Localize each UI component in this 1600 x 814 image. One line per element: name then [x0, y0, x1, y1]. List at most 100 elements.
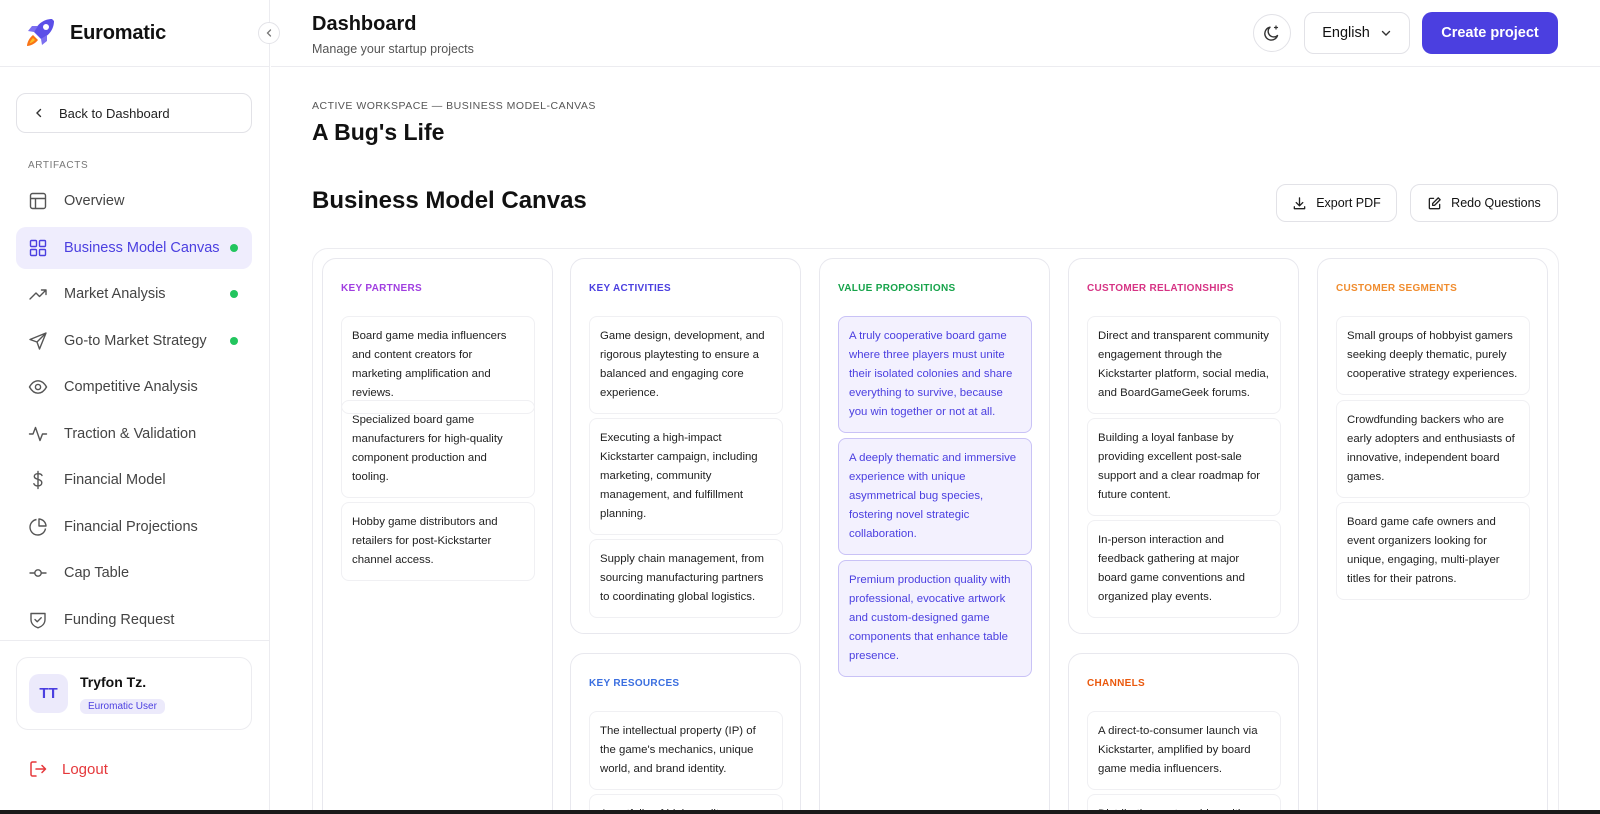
- customer-relationships-panel: CUSTOMER RELATIONSHIPS Direct and transp…: [1068, 258, 1299, 634]
- chevron-left-icon: [36, 108, 42, 118]
- commit-icon: [28, 563, 48, 583]
- app-window: Euromatic Back to Dashboard ARTIFACTS Ov…: [0, 0, 1600, 810]
- user-name: Tryfon Tz.: [80, 673, 147, 690]
- pie-chart-icon: [28, 517, 48, 537]
- dollar-icon: [28, 470, 48, 490]
- value-propositions-panel: VALUE PROPOSITIONS A truly cooperative b…: [819, 258, 1050, 810]
- channels-item: Distribution partnerships with: [1087, 794, 1281, 810]
- key-activities-panel: KEY ACTIVITIES Game design, development,…: [570, 258, 801, 634]
- sidebar-item-label: Go-to Market Strategy: [64, 332, 207, 349]
- back-to-dashboard-label: Back to Dashboard: [59, 105, 170, 121]
- moon-icon: [1264, 25, 1279, 41]
- export-pdf-button[interactable]: Export PDF: [1276, 184, 1397, 222]
- key-partners-panel: KEY PARTNERS Board game media influencer…: [322, 258, 553, 810]
- bottom-edge: [0, 810, 1600, 814]
- sidebar-item-cap-table[interactable]: Cap Table: [16, 552, 252, 594]
- download-icon: [1293, 196, 1306, 209]
- brand: Euromatic: [0, 0, 280, 67]
- create-project-button[interactable]: Create project: [1422, 12, 1558, 54]
- value-propositions-item: Premium production quality with professi…: [838, 560, 1032, 677]
- customer-relationships-item: Direct and transparent community engagem…: [1087, 316, 1281, 414]
- value-propositions-item: A truly cooperative board game where thr…: [838, 316, 1032, 433]
- page-subtitle: Manage your startup projects: [312, 42, 474, 56]
- channels-label: CHANNELS: [1087, 678, 1145, 689]
- sidebar-item-label: Cap Table: [64, 565, 130, 581]
- brand-name: Euromatic: [70, 21, 167, 44]
- theme-toggle-button[interactable]: [1253, 14, 1291, 52]
- sidebar-item-competitive-analysis[interactable]: Competitive Analysis: [16, 366, 252, 408]
- value-propositions-label: VALUE PROPOSITIONS: [838, 283, 956, 294]
- customer-segments-item: Small groups of hobbyist gamers seeking …: [1336, 316, 1530, 395]
- logout-label: Logout: [62, 760, 108, 778]
- user-card[interactable]: TT Tryfon Tz. Euromatic User: [16, 657, 252, 730]
- customer-segments-item: Crowdfunding backers who are early adopt…: [1336, 400, 1530, 498]
- customer-relationships-item: In-person interaction and feedback gathe…: [1087, 520, 1281, 618]
- sidebar-item-label: Business Model Canvas: [64, 239, 220, 256]
- channels-panel: CHANNELS A direct-to-consumer launch via…: [1068, 653, 1299, 810]
- key-activities-item: Executing a high-impact Kickstarter camp…: [589, 418, 783, 535]
- language-select[interactable]: English: [1304, 12, 1410, 54]
- user-role-badge: Euromatic User: [80, 698, 165, 714]
- redo-questions-button[interactable]: Redo Questions: [1410, 184, 1558, 222]
- sidebar-item-label: Market Analysis: [64, 286, 166, 302]
- sidebar-item-label: Financial Projections: [64, 518, 198, 535]
- export-pdf-label: Export PDF: [1316, 196, 1381, 210]
- key-partners-item: Hobby game distributors and retailers fo…: [341, 502, 535, 581]
- grid-icon: [28, 238, 48, 258]
- logout-button[interactable]: Logout: [28, 759, 108, 779]
- breadcrumb: ACTIVE WORKSPACE — BUSINESS MODEL-CANVAS: [312, 100, 596, 112]
- back-to-dashboard-button[interactable]: Back to Dashboard: [16, 93, 252, 133]
- project-title: A Bug's Life: [312, 119, 445, 145]
- key-resources-item: A portfolio of high-quality: [589, 794, 783, 810]
- value-propositions-item: A deeply thematic and immersive experien…: [838, 438, 1032, 555]
- layout-icon: [28, 191, 48, 211]
- activity-icon: [28, 424, 48, 444]
- sidebar-divider: [0, 640, 270, 641]
- business-model-canvas: KEY PARTNERS Board game media influencer…: [312, 248, 1559, 810]
- sidebar: Euromatic Back to Dashboard ARTIFACTS Ov…: [0, 0, 280, 810]
- section-title: Business Model Canvas: [312, 187, 587, 214]
- status-dot: [230, 290, 238, 298]
- sidebar-item-go-to-market-strategy[interactable]: Go-to Market Strategy: [16, 320, 252, 362]
- trending-up-icon: [28, 284, 48, 304]
- sidebar-item-label: Overview: [64, 193, 125, 209]
- user-info: Tryfon Tz. Euromatic User: [80, 674, 165, 714]
- page-title: Dashboard: [312, 13, 417, 35]
- artifact-nav: Overview Business Model Canvas Market An…: [16, 180, 252, 645]
- sidebar-item-label: Competitive Analysis: [64, 379, 198, 395]
- eye-icon: [28, 377, 48, 397]
- rocket-logo-icon: [27, 19, 54, 46]
- status-dot: [230, 243, 238, 252]
- sidebar-item-traction-validation[interactable]: Traction & Validation: [16, 413, 252, 455]
- collapse-sidebar-button[interactable]: [258, 22, 280, 44]
- sidebar-item-overview[interactable]: Overview: [16, 180, 252, 222]
- redo-questions-label: Redo Questions: [1451, 196, 1541, 210]
- artifacts-section-label: ARTIFACTS: [28, 160, 89, 171]
- sidebar-item-financial-projections[interactable]: Financial Projections: [16, 506, 252, 548]
- sidebar-item-financial-model[interactable]: Financial Model: [16, 459, 252, 501]
- key-activities-label: KEY ACTIVITIES: [589, 283, 671, 294]
- shield-check-icon: [28, 610, 48, 630]
- sidebar-item-market-analysis[interactable]: Market Analysis: [16, 273, 252, 315]
- sidebar-item-funding-request[interactable]: Funding Request: [16, 599, 252, 641]
- key-partners-label: KEY PARTNERS: [341, 283, 423, 294]
- key-resources-label: KEY RESOURCES: [589, 678, 680, 689]
- key-partners-item: Specialized board game manufacturers for…: [341, 400, 535, 498]
- sidebar-item-label: Financial Model: [64, 472, 166, 488]
- customer-relationships-label: CUSTOMER RELATIONSHIPS: [1087, 283, 1234, 294]
- key-activities-item: Supply chain management, from sourcing m…: [589, 539, 783, 618]
- customer-relationships-item: Building a loyal fanbase by providing ex…: [1087, 418, 1281, 516]
- sidebar-item-label: Funding Request: [64, 611, 175, 628]
- customer-segments-label: CUSTOMER SEGMENTS: [1336, 283, 1458, 294]
- key-resources-item: The intellectual property (IP) of the ga…: [589, 711, 783, 790]
- avatar: TT: [29, 674, 68, 713]
- channels-item: A direct-to-consumer launch via Kickstar…: [1087, 711, 1281, 790]
- sidebar-item-label: Traction & Validation: [64, 425, 197, 442]
- send-icon: [28, 331, 48, 351]
- top-header: Dashboard Manage your startup projects E…: [271, 0, 1600, 67]
- sidebar-item-business-model-canvas[interactable]: Business Model Canvas: [16, 226, 252, 269]
- key-resources-panel: KEY RESOURCES The intellectual property …: [570, 653, 801, 810]
- chevron-left-icon: [266, 29, 272, 37]
- status-dot: [230, 336, 238, 345]
- logout-icon: [30, 761, 47, 777]
